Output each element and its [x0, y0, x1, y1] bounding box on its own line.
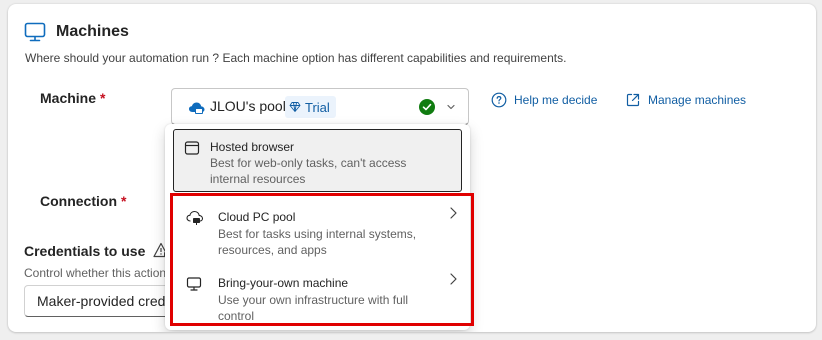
help-me-decide-link[interactable]: Help me decide	[491, 92, 597, 108]
section-description: Where should your automation run ? Each …	[25, 51, 567, 65]
machine-label: Machine *	[40, 90, 105, 106]
help-me-decide-label: Help me decide	[514, 93, 598, 107]
check-circle-icon	[419, 99, 435, 115]
browser-window-icon	[184, 141, 200, 155]
credentials-description: Control whether this action	[24, 266, 167, 280]
highlight-box	[170, 193, 474, 326]
machine-select[interactable]: JLOU's pool Trial	[171, 88, 469, 125]
diamond-icon	[289, 102, 301, 112]
trial-badge-label: Trial	[305, 99, 330, 115]
chevron-down-icon	[447, 104, 455, 110]
connection-label-text: Connection	[40, 193, 117, 209]
machines-card: Machines Where should your automation ru…	[8, 4, 816, 332]
trial-badge: Trial	[285, 96, 336, 118]
required-marker: *	[121, 193, 127, 209]
manage-machines-link[interactable]: Manage machines	[625, 92, 746, 108]
option-description: Best for web-only tasks, can't access in…	[210, 156, 407, 186]
option-hosted-browser[interactable]: Hosted browser Best for web-only tasks, …	[173, 129, 462, 192]
monitor-icon	[24, 22, 46, 42]
required-marker: *	[100, 90, 106, 106]
section-title: Machines	[56, 23, 129, 40]
manage-machines-label: Manage machines	[648, 93, 747, 107]
credentials-selected-value: Maker-provided crede	[37, 293, 174, 309]
credentials-select[interactable]: Maker-provided crede	[24, 285, 184, 317]
cloud-pc-icon	[189, 102, 205, 114]
option-title: Hosted browser	[210, 140, 295, 154]
machine-selected-value: JLOU's pool	[210, 98, 286, 114]
credentials-title: Credentials to use	[24, 242, 146, 259]
question-circle-icon	[491, 92, 507, 108]
open-external-icon	[626, 93, 640, 107]
connection-label: Connection *	[40, 193, 126, 209]
credentials-header: Credentials to use	[24, 242, 171, 259]
machine-label-text: Machine	[40, 90, 97, 106]
